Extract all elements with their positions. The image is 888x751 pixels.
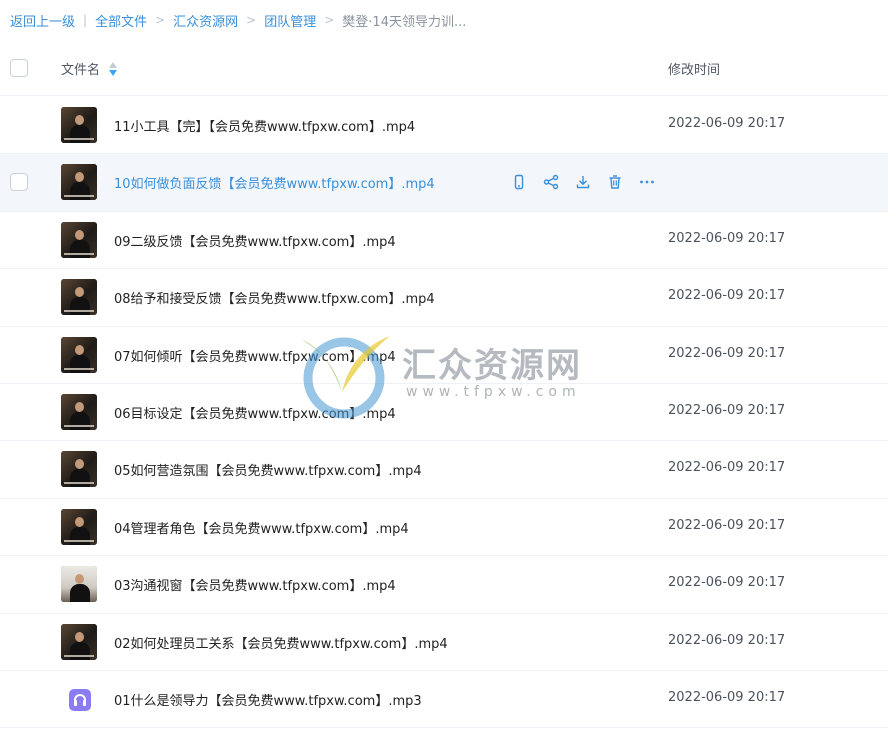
file-name[interactable]: 08给予和接受反馈【会员免费www.tfpxw.com】.mp4 [114,288,435,307]
file-name[interactable]: 02如何处理员工关系【会员免费www.tfpxw.com】.mp4 [114,633,448,652]
file-name[interactable]: 11小工具【完】【会员免费www.tfpxw.com】.mp4 [114,116,415,135]
file-name[interactable]: 09二级反馈【会员免费www.tfpxw.com】.mp4 [114,231,396,250]
file-row[interactable]: 02如何处理员工关系【会员免费www.tfpxw.com】.mp4 2022-0… [0,614,888,671]
file-row[interactable]: 06目标设定【会员免费www.tfpxw.com】.mp4 2022-06-09… [0,384,888,442]
file-row[interactable]: 01什么是领导力【会员免费www.tfpxw.com】.mp3 2022-06-… [0,671,888,729]
file-modified-time: 2022-06-09 20:17 [668,460,786,476]
file-row[interactable]: 04管理者角色【会员免费www.tfpxw.com】.mp4 2022-06-0… [0,499,888,557]
file-row[interactable]: 09二级反馈【会员免费www.tfpxw.com】.mp4 2022-06-09… [0,212,888,270]
video-thumbnail [61,336,97,373]
video-thumbnail [61,393,97,430]
download-icon[interactable] [572,171,594,193]
file-modified-time: 2022-06-09 20:17 [668,116,786,131]
video-thumbnail [61,279,97,316]
select-all-checkbox[interactable] [10,59,28,77]
file-name[interactable]: 03沟通视窗【会员免费www.tfpxw.com】.mp4 [114,575,396,594]
share-icon[interactable] [540,171,562,193]
video-thumbnail [61,508,97,545]
file-name[interactable]: 04管理者角色【会员免费www.tfpxw.com】.mp4 [114,518,409,537]
file-modified-time: 2022-06-09 20:17 [668,689,786,705]
video-thumbnail [61,566,97,603]
breadcrumb-back-link[interactable]: 返回上一级 [10,11,75,30]
chevron-right-icon: > [155,13,166,27]
row-checkbox[interactable] [10,173,28,192]
breadcrumb-separator: | [83,13,88,27]
file-name[interactable]: 10如何做负面反馈【会员免费www.tfpxw.com】.mp4 [114,173,435,192]
breadcrumb-all-files-link[interactable]: 全部文件 [95,11,147,30]
file-row[interactable]: 03沟通视窗【会员免费www.tfpxw.com】.mp4 2022-06-09… [0,556,888,614]
more-icon[interactable] [636,171,658,193]
video-thumbnail [61,451,97,488]
file-modified-time: 2022-06-09 20:17 [668,517,786,533]
file-modified-time: 2022-06-09 20:17 [668,230,786,246]
delete-icon[interactable] [604,171,626,193]
file-list: 11小工具【完】【会员免费www.tfpxw.com】.mp4 2022-06-… [0,97,888,729]
headphones-icon [69,688,91,711]
file-modified-time: 2022-06-09 20:17 [668,632,786,648]
file-modified-time: 2022-06-09 20:17 [668,402,786,418]
video-thumbnail [61,623,97,660]
column-header-name[interactable]: 文件名 [61,59,118,78]
file-name[interactable]: 05如何营造氛围【会员免费www.tfpxw.com】.mp4 [114,460,422,479]
audio-file-thumbnail [61,681,97,717]
file-modified-time: 2022-06-09 20:17 [668,345,786,361]
breadcrumb-level1-link[interactable]: 汇众资源网 [173,11,238,30]
file-list-header: 文件名 修改时间 [0,40,888,96]
video-thumbnail [61,221,97,258]
file-modified-time: 2022-06-09 20:17 [668,288,786,304]
file-modified-time: 2022-06-09 20:17 [668,575,786,591]
column-header-name-label: 文件名 [61,63,101,78]
file-row[interactable]: 08给予和接受反馈【会员免费www.tfpxw.com】.mp4 2022-06… [0,269,888,327]
file-row[interactable]: 07如何倾听【会员免费www.tfpxw.com】.mp4 2022-06-09… [0,327,888,384]
file-row[interactable]: 10如何做负面反馈【会员免费www.tfpxw.com】.mp4 [0,154,888,212]
breadcrumb-level2-link[interactable]: 团队管理 [264,11,316,30]
column-header-time[interactable]: 修改时间 [668,59,720,78]
video-thumbnail [61,107,97,143]
sort-icon[interactable] [108,61,118,77]
file-name[interactable]: 01什么是领导力【会员免费www.tfpxw.com】.mp3 [114,690,422,709]
chevron-right-icon: > [246,13,257,27]
breadcrumb: 返回上一级 | 全部文件 > 汇众资源网 > 团队管理 > 樊登·14天领导力训… [10,10,466,30]
row-actions [508,171,668,193]
file-name[interactable]: 06目标设定【会员免费www.tfpxw.com】.mp4 [114,403,396,422]
file-name[interactable]: 07如何倾听【会员免费www.tfpxw.com】.mp4 [114,346,396,365]
file-row[interactable]: 11小工具【完】【会员免费www.tfpxw.com】.mp4 2022-06-… [0,97,888,155]
breadcrumb-current: 樊登·14天领导力训... [342,14,467,30]
file-row[interactable]: 05如何营造氛围【会员免费www.tfpxw.com】.mp4 2022-06-… [0,441,888,499]
chevron-right-icon: > [324,13,335,27]
phone-icon[interactable] [508,171,530,193]
video-thumbnail [61,164,97,201]
